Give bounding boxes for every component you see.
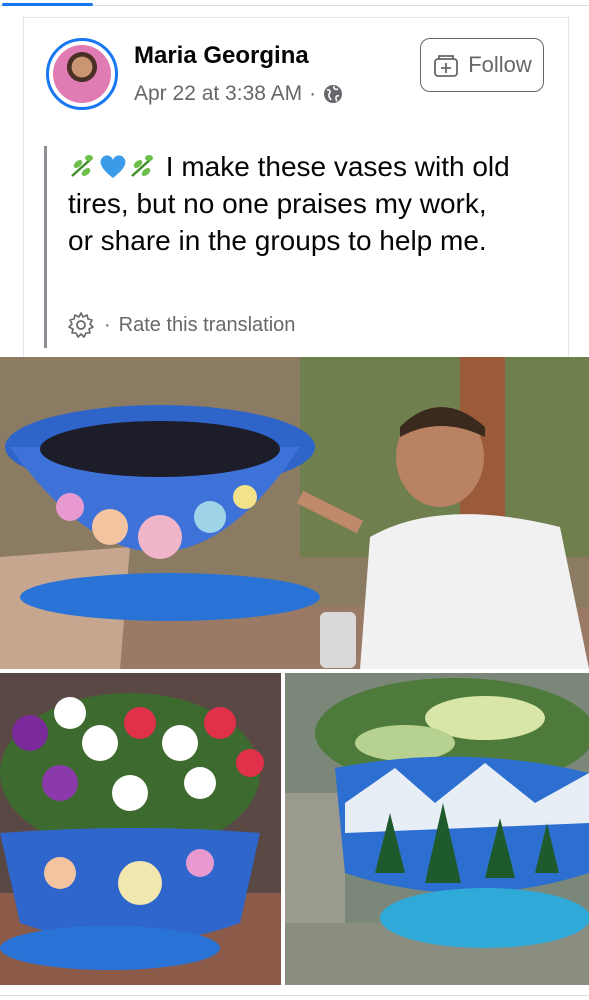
photo-petunia-planter[interactable] [0,673,281,985]
author-name[interactable]: Maria Georgina [134,42,309,70]
meta-separator: · [309,82,317,105]
post-meta: Apr 22 at 3:38 AM · [134,82,343,106]
active-tab-indicator [2,3,93,6]
photo-mountain-planter-art [285,673,589,985]
rate-translation-link[interactable]: Rate this translation [119,314,296,337]
gear-icon[interactable] [66,310,96,340]
avatar-photo [53,45,111,103]
translation-row: · Rate this translation [66,310,295,340]
photo-mountain-planter[interactable] [285,673,589,985]
bottom-divider [0,995,589,996]
herb-icon [131,155,153,177]
photo-man-painting[interactable] [0,357,589,669]
herb-icon [71,155,93,177]
follow-icon [434,55,459,77]
globe-icon[interactable] [323,84,343,104]
photo-man-painting-art [0,357,589,669]
follow-button[interactable]: Follow [420,38,544,92]
follow-label: Follow [468,52,532,77]
translation-quote-bar [44,146,47,348]
translation-dot: · [104,313,111,336]
avatar[interactable] [46,38,118,110]
blue-heart-icon [100,155,126,178]
photo-petunia-planter-art [0,673,281,985]
post-timestamp[interactable]: Apr 22 at 3:38 AM [134,82,302,106]
post-text: I make these vases with old tires, but n… [68,148,518,259]
